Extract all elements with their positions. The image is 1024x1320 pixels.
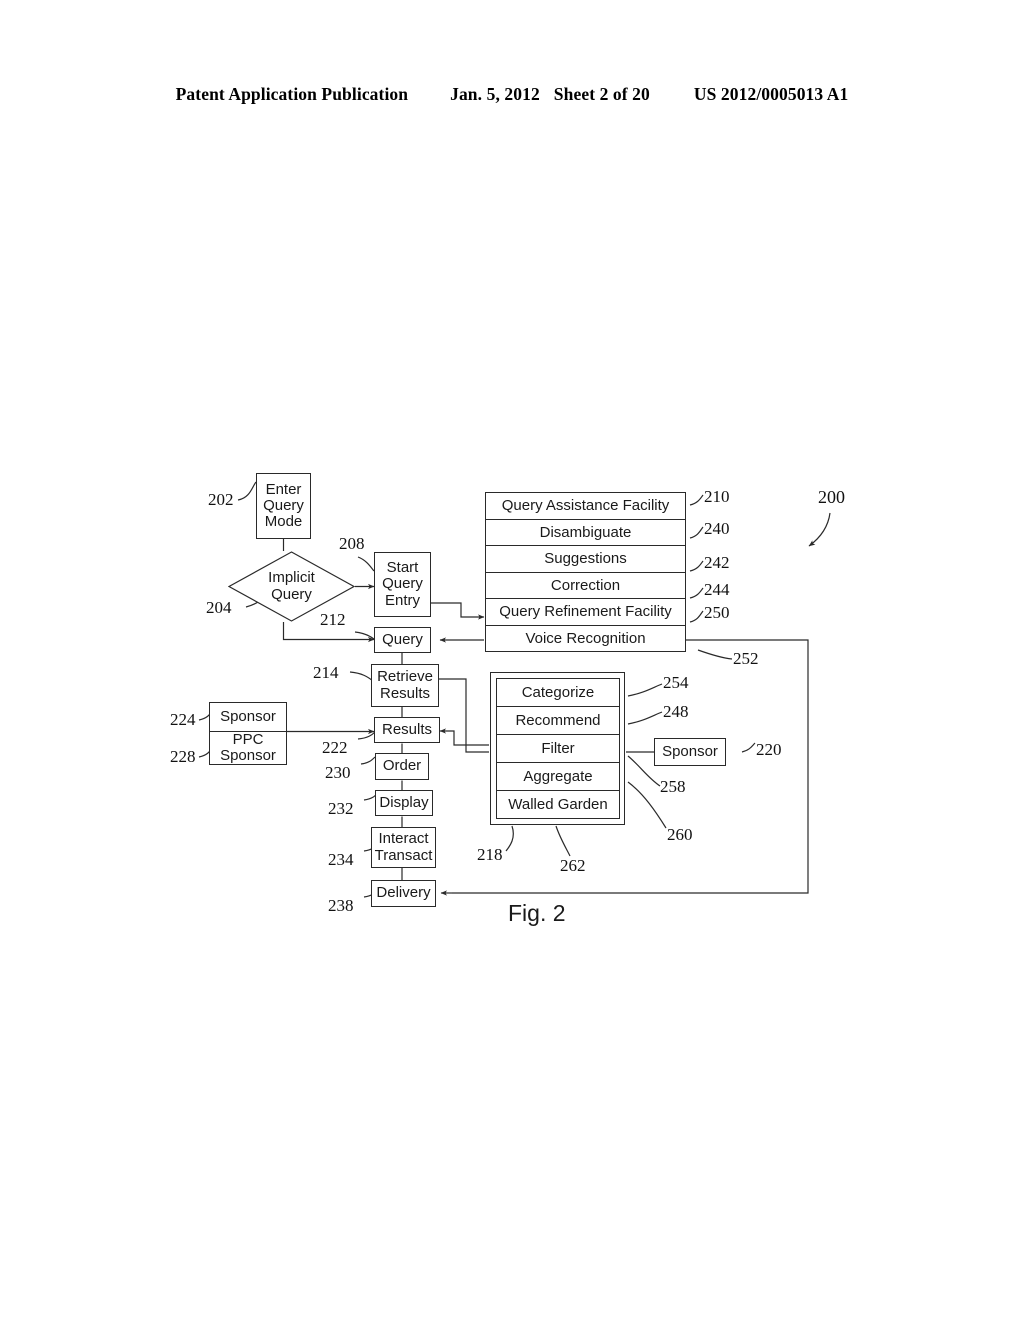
node-label-line2: Query xyxy=(271,585,312,603)
ref-252: 252 xyxy=(733,649,759,668)
row-filter[interactable]: Filter xyxy=(497,735,619,763)
ref-228: 228 xyxy=(170,747,196,766)
node-label-line1: PPC xyxy=(232,730,264,748)
ref-244: 244 xyxy=(704,580,730,599)
node-sponsor-ppc-group: Sponsor PPC Sponsor xyxy=(209,702,287,765)
ref-248: 248 xyxy=(663,702,689,721)
ref-204: 204 xyxy=(206,598,232,617)
ref-210: 210 xyxy=(704,487,730,506)
row-label: Voice Recognition xyxy=(525,629,646,647)
ref-218: 218 xyxy=(477,845,503,864)
row-label: Query Assistance Facility xyxy=(501,497,670,515)
node-sponsor-right[interactable]: Sponsor xyxy=(654,738,726,766)
query-facility-stack: Query Assistance Facility Disambiguate S… xyxy=(485,492,686,652)
row-query-refinement-facility[interactable]: Query Refinement Facility xyxy=(486,599,685,626)
ref-234: 234 xyxy=(328,850,354,869)
node-label: Sponsor xyxy=(220,708,276,726)
ref-220: 220 xyxy=(756,740,782,759)
row-label: Disambiguate xyxy=(539,523,632,541)
node-label-line1: Query xyxy=(382,630,423,648)
node-sponsor-left[interactable]: Sponsor xyxy=(210,703,286,732)
connector-lines xyxy=(198,481,831,898)
row-label: Aggregate xyxy=(523,768,593,785)
row-suggestions[interactable]: Suggestions xyxy=(486,546,685,573)
ref-202: 202 xyxy=(208,490,234,509)
ref-262: 262 xyxy=(560,856,586,875)
node-retrieve-results[interactable]: Retrieve Results xyxy=(371,664,439,707)
ref-258: 258 xyxy=(660,777,686,796)
ref-260: 260 xyxy=(667,825,693,844)
row-label: Categorize xyxy=(521,684,595,701)
node-label-line1: Implicit xyxy=(268,569,315,587)
node-display[interactable]: Display xyxy=(375,790,433,816)
row-query-assistance-facility[interactable]: Query Assistance Facility xyxy=(486,493,685,520)
node-label-line1: Enter xyxy=(265,480,302,498)
ref-254: 254 xyxy=(663,673,689,692)
node-label-line2: Transact xyxy=(374,846,433,864)
ref-214: 214 xyxy=(313,663,339,682)
node-ppc-sponsor[interactable]: PPC Sponsor xyxy=(210,730,286,764)
ref-250: 250 xyxy=(704,603,730,622)
node-label-line3: Mode xyxy=(264,513,303,531)
node-label-line1: Display xyxy=(379,793,429,811)
figure-2-flow-diagram: Enter Query Mode 202 Implicit Query 204 … xyxy=(0,0,1024,1320)
ref-230: 230 xyxy=(325,763,351,782)
row-recommend[interactable]: Recommend xyxy=(497,707,619,735)
node-label-line3: Entry xyxy=(384,591,420,609)
node-enter-query-mode[interactable]: Enter Query Mode xyxy=(256,473,311,539)
node-label-line2: Sponsor xyxy=(220,746,276,764)
node-label-line1: Sponsor xyxy=(662,742,718,760)
row-label: Recommend xyxy=(515,712,601,729)
node-results[interactable]: Results xyxy=(374,717,440,743)
row-label: Correction xyxy=(550,576,621,594)
node-label-line2: Query xyxy=(263,496,304,514)
row-correction[interactable]: Correction xyxy=(486,573,685,599)
ref-242: 242 xyxy=(704,553,730,572)
ref-240: 240 xyxy=(704,519,730,538)
node-label-line1: Results xyxy=(381,720,433,738)
row-label: Query Refinement Facility xyxy=(499,603,672,621)
node-label-line1: Order xyxy=(382,757,422,775)
ref-222: 222 xyxy=(322,738,348,757)
row-categorize[interactable]: Categorize xyxy=(497,679,619,707)
ref-212: 212 xyxy=(320,610,346,629)
node-label-line1: Delivery xyxy=(376,884,431,902)
row-label: Suggestions xyxy=(544,550,627,568)
row-label: Filter xyxy=(541,740,575,757)
ref-224: 224 xyxy=(170,710,196,729)
row-disambiguate[interactable]: Disambiguate xyxy=(486,520,685,546)
row-aggregate[interactable]: Aggregate xyxy=(497,763,619,791)
node-interact-transact[interactable]: Interact Transact xyxy=(371,827,436,868)
ref-238: 238 xyxy=(328,896,354,915)
node-start-query-entry[interactable]: Start Query Entry xyxy=(374,552,431,617)
row-label: Walled Garden xyxy=(508,796,608,813)
figure-label: Fig. 2 xyxy=(508,900,566,926)
ref-200-system: 200 xyxy=(818,487,845,507)
ref-208: 208 xyxy=(339,534,365,553)
row-voice-recognition[interactable]: Voice Recognition xyxy=(486,626,685,652)
node-label-line1: Start xyxy=(386,559,419,577)
ref-232: 232 xyxy=(328,799,354,818)
results-processing-stack: Categorize Recommend Filter Aggregate Wa… xyxy=(496,678,620,819)
node-label-line2: Query xyxy=(382,575,423,593)
node-label-line1: Retrieve xyxy=(377,668,433,686)
node-order[interactable]: Order xyxy=(375,753,429,780)
node-delivery[interactable]: Delivery xyxy=(371,880,436,907)
node-label-line1: Interact xyxy=(378,830,429,848)
node-query[interactable]: Query xyxy=(374,627,431,653)
row-walled-garden[interactable]: Walled Garden xyxy=(497,791,619,818)
node-label-line2: Results xyxy=(379,684,431,702)
